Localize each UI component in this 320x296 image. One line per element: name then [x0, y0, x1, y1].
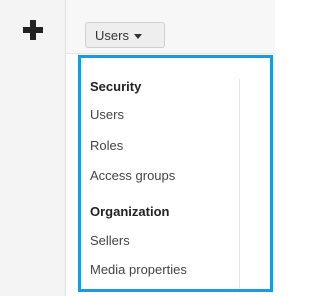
- users-button-label: Users: [95, 27, 129, 43]
- menu-item-media-properties[interactable]: Media properties: [90, 262, 187, 278]
- menu-header-security: Security: [90, 79, 142, 94]
- menu-item-access-groups[interactable]: Access groups: [90, 168, 175, 184]
- menu-item-roles[interactable]: Roles: [90, 138, 123, 154]
- menu-item-sellers[interactable]: Sellers: [90, 233, 130, 249]
- menu-header-organization: Organization: [90, 204, 170, 219]
- users-dropdown-button[interactable]: Users: [85, 22, 165, 48]
- users-dropdown-menu: Security Users Roles Access groups Organ…: [78, 55, 273, 292]
- plus-icon: [22, 19, 44, 41]
- menu-divider: [239, 79, 240, 289]
- add-button[interactable]: [18, 15, 48, 45]
- left-rail: [0, 0, 66, 296]
- menu-item-users[interactable]: Users: [90, 107, 124, 123]
- caret-down-icon: [133, 33, 142, 39]
